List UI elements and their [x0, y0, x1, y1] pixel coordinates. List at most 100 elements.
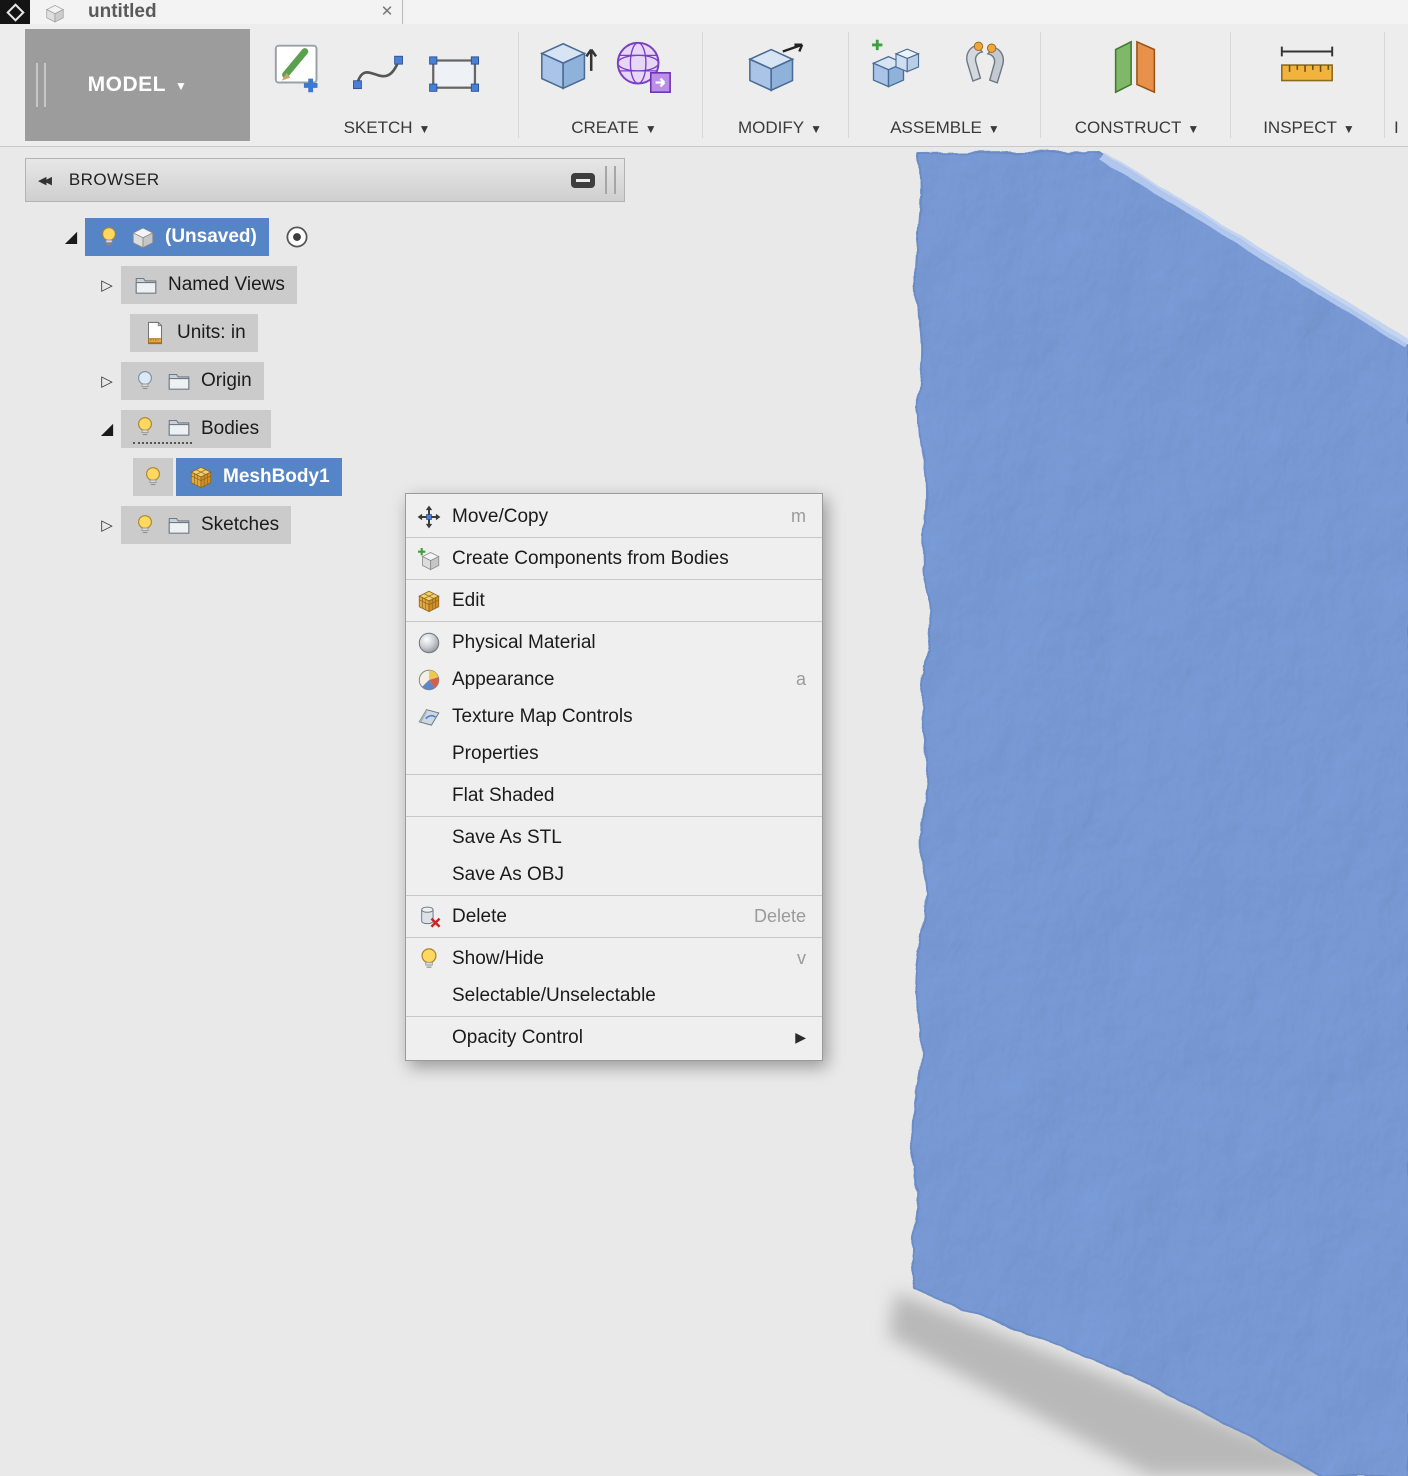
menu-separator: [406, 1016, 822, 1017]
menu-item-properties[interactable]: Properties: [406, 735, 822, 772]
spline-icon[interactable]: [350, 44, 406, 100]
browser-options-icon[interactable]: [571, 172, 595, 188]
modify-menu[interactable]: MODIFY ▼: [712, 118, 848, 138]
lightbulb-icon[interactable]: [141, 465, 165, 489]
toolbar-ribbon: MODEL ▼ SKETCH ▼ CREATE ▼ MODIFY ▼ ASSEM…: [0, 24, 1408, 147]
construct-plane-icon[interactable]: [1104, 36, 1166, 98]
tree-item-named-views[interactable]: Named Views: [121, 266, 297, 304]
menu-item-save-as-obj[interactable]: Save As OBJ: [406, 856, 822, 893]
tree-row-bodies: ◢ Bodies: [25, 410, 272, 448]
menu-item-delete[interactable]: Delete Delete: [406, 898, 822, 935]
units-document-icon: [142, 320, 168, 346]
menu-item-physical-material[interactable]: Physical Material: [406, 624, 822, 661]
edit-mesh-icon: [416, 587, 452, 615]
group-separator: [848, 32, 849, 138]
context-menu: Move/Copy m Create Components from Bodie…: [405, 493, 823, 1061]
menu-item-selectable-unselectable[interactable]: Selectable/Unselectable: [406, 977, 822, 1014]
menu-item-label: Flat Shaded: [452, 784, 555, 806]
activate-component-radio[interactable]: [283, 223, 311, 251]
tree-item-origin[interactable]: Origin: [121, 362, 264, 400]
menu-item-label: Save As OBJ: [452, 863, 564, 885]
tab-title[interactable]: untitled: [88, 0, 157, 24]
menu-item-label: Delete: [452, 905, 507, 927]
collapse-triangle-icon[interactable]: ▷: [93, 372, 121, 390]
collapse-triangle-icon[interactable]: ▷: [93, 516, 121, 534]
tree-item-units[interactable]: Units: in: [130, 314, 258, 352]
chevron-down-icon: ▼: [644, 122, 657, 136]
tree-item-meshbody1[interactable]: MeshBody1: [176, 458, 342, 496]
expand-triangle-icon[interactable]: ◢: [93, 419, 121, 439]
tree-item-label: Sketches: [201, 514, 280, 535]
expand-triangle-icon[interactable]: ◢: [57, 227, 85, 247]
tree-row-meshbody1: MeshBody1: [25, 458, 342, 496]
mesh-sphere-icon[interactable]: [612, 36, 674, 98]
empty-icon-slot: [416, 1024, 452, 1052]
tab-close-icon[interactable]: ✕: [374, 0, 400, 24]
rectangle-icon[interactable]: [426, 46, 484, 104]
menu-item-label: Move/Copy: [452, 505, 549, 527]
folder-icon: [133, 272, 159, 298]
create-components-icon: [416, 545, 452, 573]
chevron-down-icon: ▼: [987, 122, 1000, 136]
app-logo[interactable]: [0, 0, 30, 24]
tree-item-root[interactable]: (Unsaved): [85, 218, 269, 256]
move-copy-icon: [416, 503, 452, 531]
tree-item-label: MeshBody1: [223, 466, 330, 487]
press-pull-icon[interactable]: [746, 36, 808, 98]
menu-item-flat-shaded[interactable]: Flat Shaded: [406, 777, 822, 814]
tree-row-units: Units: in: [25, 314, 258, 352]
component-icon: [130, 224, 156, 250]
lightbulb-icon[interactable]: [133, 415, 157, 439]
folder-icon: [166, 368, 192, 394]
tab-bar: untitled ✕: [0, 0, 1408, 24]
menu-item-opacity-control[interactable]: Opacity Control ▶: [406, 1019, 822, 1056]
menu-item-create-components[interactable]: Create Components from Bodies: [406, 540, 822, 577]
tree-row-root: ◢ (Unsaved): [25, 218, 311, 256]
workspace-switcher[interactable]: MODEL ▼: [25, 29, 250, 141]
mesh-body-icon: [188, 464, 214, 490]
menu-item-label: Appearance: [452, 668, 555, 690]
menu-item-shortcut: m: [791, 506, 806, 526]
chevron-down-icon: ▼: [810, 122, 822, 136]
create-menu[interactable]: CREATE ▼: [526, 118, 702, 138]
group-separator: [702, 32, 703, 138]
tree-item-sketches[interactable]: Sketches: [121, 506, 292, 544]
assemble-menu[interactable]: ASSEMBLE ▼: [856, 118, 1034, 138]
tree-item-label: Origin: [201, 370, 252, 391]
menu-item-appearance[interactable]: Appearance a: [406, 661, 822, 698]
menu-item-edit[interactable]: Edit: [406, 582, 822, 619]
menu-item-save-as-stl[interactable]: Save As STL: [406, 819, 822, 856]
new-component-icon[interactable]: [866, 36, 926, 96]
menu-item-show-hide[interactable]: Show/Hide v: [406, 940, 822, 977]
create-sketch-icon[interactable]: [270, 36, 332, 98]
group-separator: [1040, 32, 1041, 138]
construct-menu[interactable]: CONSTRUCT ▼: [1048, 118, 1226, 138]
menu-item-texture-map-controls[interactable]: Texture Map Controls: [406, 698, 822, 735]
menu-item-move-copy[interactable]: Move/Copy m: [406, 498, 822, 535]
lightbulb-icon[interactable]: [133, 513, 157, 537]
empty-icon-slot: [416, 782, 452, 810]
collapse-triangle-icon[interactable]: ▷: [93, 276, 121, 294]
menu-separator: [406, 895, 822, 896]
meshbody-visibility[interactable]: [133, 458, 173, 496]
measure-ruler-icon[interactable]: [1276, 36, 1338, 98]
mesh-body[interactable]: [909, 149, 1408, 1476]
group-separator: [1230, 32, 1231, 138]
tree-row-named-views: ▷ Named Views: [25, 266, 297, 304]
lightbulb-off-icon[interactable]: [133, 369, 157, 393]
joint-icon[interactable]: [956, 36, 1016, 96]
empty-icon-slot: [416, 824, 452, 852]
sketch-menu[interactable]: SKETCH ▼: [258, 118, 516, 138]
folder-icon: [166, 414, 192, 440]
menu-item-label: Create Components from Bodies: [452, 547, 729, 569]
chevron-down-icon: ▼: [1342, 122, 1355, 136]
create-box-icon[interactable]: [536, 36, 598, 98]
group-separator: [518, 32, 519, 138]
pane-splitter[interactable]: [605, 166, 616, 194]
tree-item-bodies[interactable]: Bodies: [121, 410, 272, 448]
inspect-menu[interactable]: INSPECT ▼: [1238, 118, 1380, 138]
lightbulb-icon[interactable]: [97, 225, 121, 249]
empty-icon-slot: [416, 982, 452, 1010]
menu-item-label: Selectable/Unselectable: [452, 984, 656, 1006]
collapse-browser-icon[interactable]: ◀◀: [38, 174, 52, 187]
